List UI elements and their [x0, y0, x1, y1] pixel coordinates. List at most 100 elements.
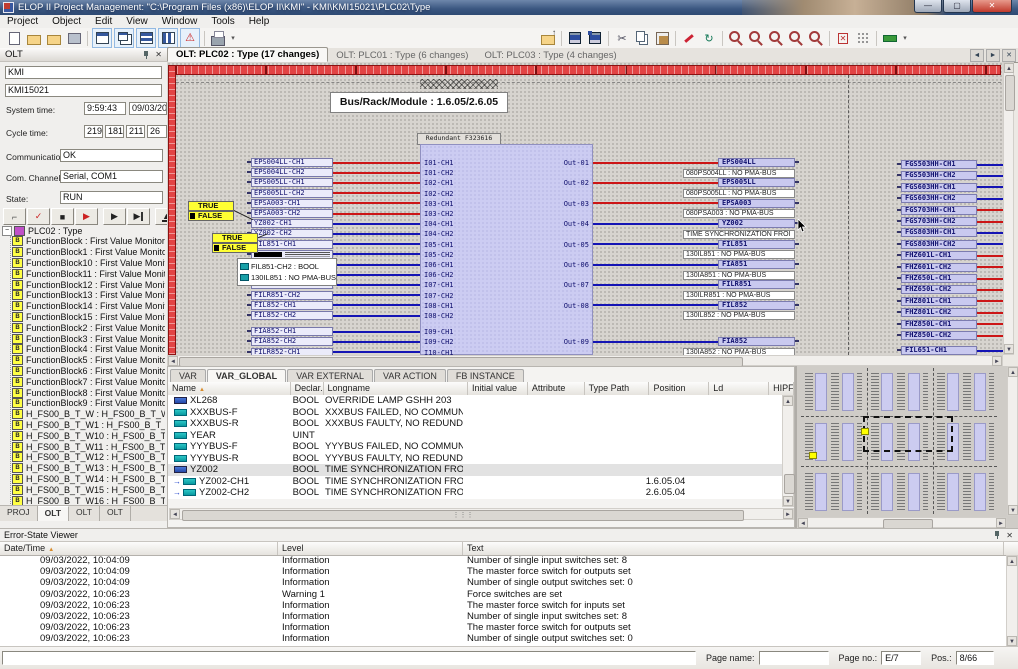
tree-item[interactable]: BFunctionBlock6 : First Value Monitoring: [11, 366, 165, 377]
log-row[interactable]: 09/03/2022, 10:04:09InformationNumber of…: [0, 577, 1004, 588]
input-signal-box[interactable]: FILR852-CH1: [251, 348, 333, 355]
panel-close-icon[interactable]: ✕: [1006, 531, 1013, 540]
column-header-position[interactable]: Position: [649, 382, 709, 395]
tile-horizontal-icon[interactable]: [136, 28, 156, 48]
page-thumbnail[interactable]: [804, 371, 862, 415]
right-signal-box[interactable]: FHZ850L-CH1: [901, 320, 977, 329]
right-signal-box[interactable]: FGS803HH-CH1: [901, 228, 977, 237]
minimize-button[interactable]: —: [914, 0, 942, 13]
input-signal-box[interactable]: EPSA003-CH2: [251, 209, 333, 218]
log-row[interactable]: 09/03/2022, 10:06:23InformationThe maste…: [0, 622, 1004, 633]
tree-item[interactable]: BFunctionBlock12 : First Value Monitorin…: [11, 279, 165, 290]
doc-tab[interactable]: OLT: PLC01 : Type (6 changes): [328, 49, 476, 62]
cascade-windows-icon[interactable]: [114, 28, 134, 48]
log-row[interactable]: 09/03/2022, 10:04:09InformationThe maste…: [0, 566, 1004, 577]
table-row[interactable]: YYYBUS-RBOOLYYYBUS FAULTY, NO REDUNDANCY: [168, 453, 784, 465]
zoom-window-icon[interactable]: [787, 29, 805, 47]
right-signal-box[interactable]: FIL651-CH1: [901, 346, 977, 355]
tree-item[interactable]: BFunctionBlock15 : First Value Monitorin…: [11, 312, 165, 323]
output-block[interactable]: EPSA003: [718, 199, 795, 208]
right-signal-box[interactable]: FHZ650L-CH1: [901, 274, 977, 283]
right-signal-box[interactable]: FGS703HH-CH2: [901, 217, 977, 226]
menu-help[interactable]: Help: [242, 16, 277, 27]
input-signal-box[interactable]: FIL851-CH1: [251, 240, 333, 249]
pin-icon[interactable]: [993, 530, 1002, 540]
print-icon[interactable]: [209, 29, 227, 47]
pin-icon[interactable]: [142, 50, 151, 60]
tree-item[interactable]: BH_FS00_B_T_W1 : H_FS00_B_T_W: [11, 420, 165, 431]
right-signal-box[interactable]: FHZ601L-CH2: [901, 263, 977, 272]
table-row[interactable]: →YZ002-CH1BOOLTIME SYNCHRONIZATION FROM …: [168, 476, 784, 488]
zoom-in-icon[interactable]: [727, 29, 745, 47]
output-block[interactable]: FIA851: [718, 260, 795, 269]
open-object-icon[interactable]: [25, 29, 43, 47]
column-header-declar-[interactable]: Declar...: [291, 382, 324, 395]
tree-item[interactable]: BFunctionBlock4 : First Value Monitoring: [11, 344, 165, 355]
new-window-icon[interactable]: [92, 28, 112, 48]
input-signal-box[interactable]: YZ002-CH1: [251, 219, 333, 228]
menu-tools[interactable]: Tools: [204, 16, 241, 27]
cut-icon[interactable]: [613, 29, 631, 47]
error-vscrollbar[interactable]: ▲ ▼: [1006, 555, 1018, 647]
force-marker-1[interactable]: TRUE FALSE: [188, 201, 234, 221]
error-state-viewer-icon[interactable]: [180, 28, 200, 48]
table-row[interactable]: →YZ002-CH2BOOLTIME SYNCHRONIZATION FROM …: [168, 487, 784, 499]
tree-root[interactable]: −PLC02 : Type: [2, 225, 165, 236]
zoom-page-icon[interactable]: [807, 29, 825, 47]
tree-item[interactable]: BFunctionBlock : First Value Monitoring: [11, 236, 165, 247]
var-tab-var-global[interactable]: VAR_GLOBAL: [207, 369, 286, 382]
folder-up-icon[interactable]: [539, 29, 557, 47]
input-signal-box[interactable]: EPS005LL-CH2: [251, 189, 333, 198]
input-signal-box[interactable]: EPSA003-CH1: [251, 199, 333, 208]
column-header-name[interactable]: Name▲: [168, 382, 291, 395]
panel-tab-olt-3[interactable]: OLT: [100, 506, 131, 521]
right-signal-box[interactable]: FGS803HH-CH2: [901, 240, 977, 249]
right-signal-box[interactable]: FHZ601L-CH1: [901, 251, 977, 260]
tree-item[interactable]: BFunctionBlock7 : First Value Monitoring: [11, 376, 165, 387]
var-tab-var-external[interactable]: VAR EXTERNAL: [287, 369, 373, 382]
input-signal-box[interactable]: EPS005LL-CH1: [251, 178, 333, 187]
tab-close-icon[interactable]: ✕: [1002, 49, 1016, 62]
column-header-type-path[interactable]: Type Path: [585, 382, 650, 395]
page-thumbnail[interactable]: [936, 371, 994, 415]
tab-scroll-right-icon[interactable]: ►: [986, 49, 1000, 62]
paste-icon[interactable]: [653, 29, 671, 47]
copy-icon[interactable]: [633, 29, 651, 47]
save-icon[interactable]: [566, 29, 584, 47]
start-button[interactable]: ▶: [75, 208, 98, 225]
column-header-initial-value[interactable]: Initial value: [468, 382, 528, 395]
refresh-icon[interactable]: [700, 29, 718, 47]
output-block[interactable]: EPS004LL: [718, 158, 795, 167]
tree-item[interactable]: BFunctionBlock10 : First Value Monitorin…: [11, 258, 165, 269]
panel-tab-olt-1[interactable]: OLT: [38, 506, 69, 521]
input-signal-box[interactable]: EPS004LL-CH1: [251, 158, 333, 167]
column-header-longname[interactable]: Longname: [324, 382, 469, 395]
page-thumbnail[interactable]: [870, 371, 928, 415]
right-signal-box[interactable]: FGS603HH-CH2: [901, 194, 977, 203]
force-editor-button[interactable]: ⌐: [3, 208, 26, 225]
tree-item[interactable]: BH_FS00_B_T_W15 : H_FS00_B_T_W: [11, 484, 165, 495]
verify-button[interactable]: ✓: [27, 208, 50, 225]
right-signal-box[interactable]: FGS503HH-CH1: [901, 160, 977, 169]
overview-hscrollbar[interactable]: ◄ ►: [797, 517, 1007, 528]
log-row[interactable]: 09/03/2022, 10:06:23InformationThe maste…: [0, 600, 1004, 611]
zoom-out-icon[interactable]: [747, 29, 765, 47]
close-button[interactable]: ✕: [972, 0, 1012, 13]
new-document-icon[interactable]: [5, 29, 23, 47]
tree-item[interactable]: BFunctionBlock11 : First Value Monitorin…: [11, 268, 165, 279]
table-row[interactable]: YYYBUS-FBOOLYYYBUS FAILED, NO COMMUNICAT…: [168, 441, 784, 453]
column-header-level[interactable]: Level: [278, 542, 463, 555]
right-signal-box[interactable]: FGS503HH-CH2: [901, 171, 977, 180]
canvas-vscrollbar[interactable]: ▲ ▼: [1003, 62, 1014, 355]
table-row[interactable]: XXXBUS-RBOOLXXXBUS FAULTY, NO REDUNDANCY: [168, 418, 784, 430]
project-field[interactable]: KMI: [5, 66, 162, 79]
expander-icon[interactable]: −: [2, 226, 12, 236]
menu-view[interactable]: View: [119, 16, 155, 27]
diagram-canvas[interactable]: Bus/Rack/Module : 1.6.05/2.6.05 Redundan…: [167, 62, 1003, 355]
force-marker-2[interactable]: TRUE FALSE: [212, 233, 258, 253]
run-button[interactable]: ▶: [103, 208, 126, 225]
tree-item[interactable]: BFunctionBlock13 : First Value Monitorin…: [11, 290, 165, 301]
column-header-attribute[interactable]: Attribute: [528, 382, 585, 395]
right-signal-box[interactable]: FHZ801L-CH1: [901, 297, 977, 306]
table-row[interactable]: XXXBUS-FBOOLXXXBUS FAILED, NO COMMUNICAT…: [168, 407, 784, 419]
